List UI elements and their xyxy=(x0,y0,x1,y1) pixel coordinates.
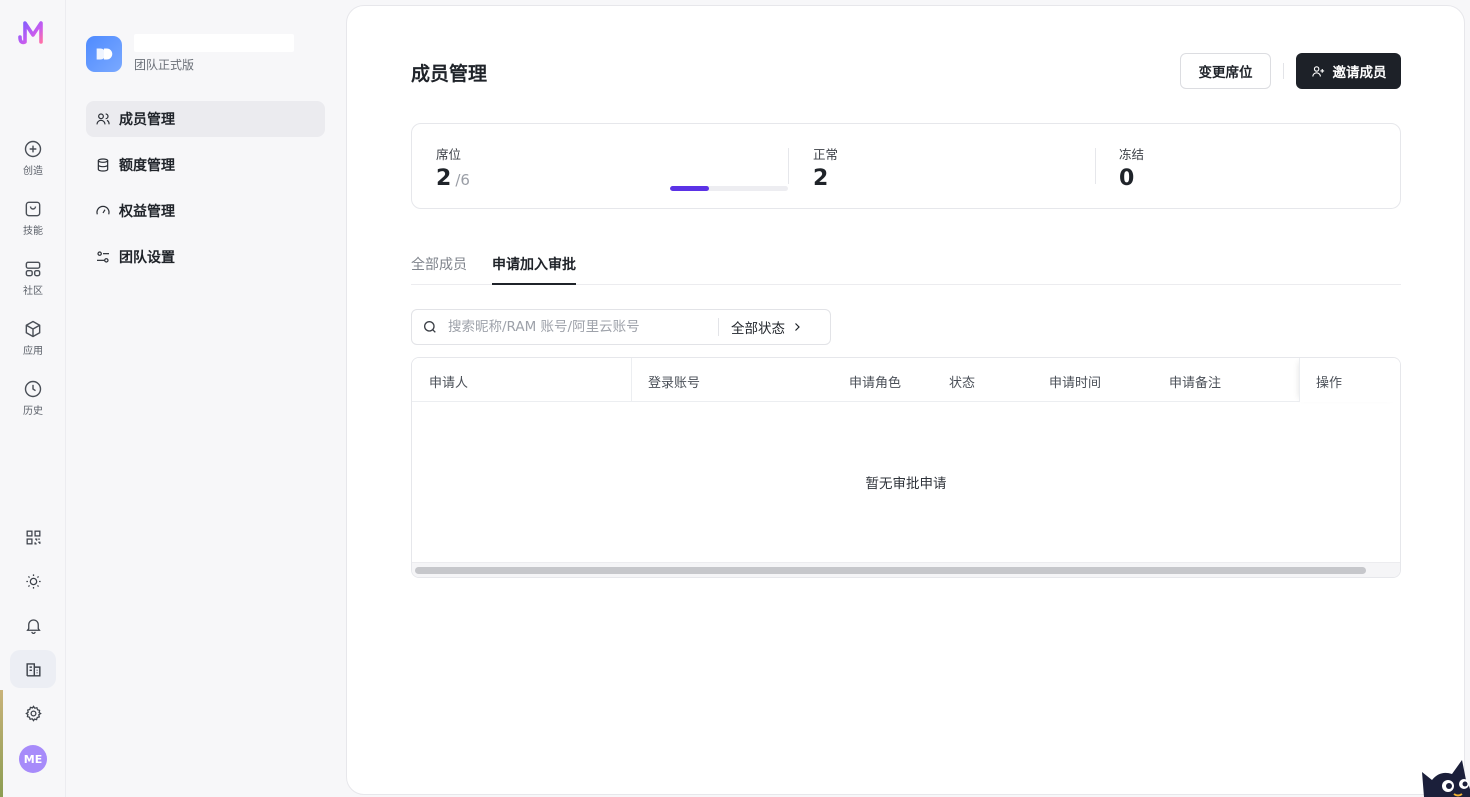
team-text: 团队正式版 xyxy=(134,34,294,73)
tab-all-members[interactable]: 全部成员 xyxy=(411,254,467,285)
nav-quota-label: 额度管理 xyxy=(119,158,175,174)
grid-icon xyxy=(25,261,41,277)
team-name-redacted xyxy=(134,34,294,52)
scrollbar-thumb[interactable] xyxy=(415,567,1366,574)
page-title: 成员管理 xyxy=(411,63,488,85)
stat-normal-value: 2 xyxy=(813,166,829,191)
database-icon xyxy=(97,158,109,172)
col-request-note: 申请备注 xyxy=(1169,376,1222,391)
member-stats-card: 席位 2/6 正常 2 冻结 0 xyxy=(411,123,1401,209)
rail-community[interactable]: 社区 xyxy=(8,253,58,303)
rail-create-label: 创造 xyxy=(23,166,43,177)
qr-code-button[interactable] xyxy=(10,518,56,556)
seats-progress-bar xyxy=(670,186,788,191)
cube-icon xyxy=(25,320,41,338)
nav-benefits-label: 权益管理 xyxy=(119,204,175,220)
chevron-right-icon xyxy=(795,323,800,331)
empty-state-text: 暂无审批申请 xyxy=(865,476,947,492)
rail-create[interactable]: 创造 xyxy=(8,133,58,183)
tab-join-requests[interactable]: 申请加入审批 xyxy=(492,254,576,285)
seats-progress-fill xyxy=(670,186,710,191)
bag-icon xyxy=(25,201,41,217)
team-workspace-button[interactable] xyxy=(10,650,56,688)
rail-skills[interactable]: 技能 xyxy=(8,193,58,243)
nav-benefits[interactable]: 权益管理 xyxy=(86,193,325,229)
settings-sidebar: 团队正式版 成员管理 额度管理 权益管理 团队设置 xyxy=(66,0,346,797)
filter-divider xyxy=(718,318,719,336)
requests-table: 申请人 登录账号 申请角色 状态 申请时间 申请备注 操作 暂无审批申请 xyxy=(411,357,1401,578)
team-header[interactable]: 团队正式版 xyxy=(86,34,294,73)
rail-apps-label: 应用 xyxy=(23,346,43,357)
app-rail: 创造 技能 社区 应用 历史 ME xyxy=(0,0,66,797)
col-login-account: 登录账号 xyxy=(648,376,701,391)
horizontal-scrollbar[interactable] xyxy=(412,562,1400,577)
stat-seats: 席位 2/6 xyxy=(436,124,788,210)
stat-frozen-label: 冻结 xyxy=(1119,147,1145,162)
stat-seats-label: 席位 xyxy=(436,147,462,162)
nav-team-settings-label: 团队设置 xyxy=(119,250,175,266)
rail-community-label: 社区 xyxy=(23,286,43,297)
col-applicant: 申请人 xyxy=(429,376,469,391)
sliders-icon xyxy=(97,251,109,263)
status-filter[interactable]: 全部状态 xyxy=(731,317,803,337)
stat-seats-used: 2 xyxy=(436,166,452,191)
status-filter-label: 全部状态 xyxy=(731,321,785,337)
stat-normal-label: 正常 xyxy=(813,147,839,162)
app-logo-icon[interactable] xyxy=(17,17,49,47)
invite-member-button[interactable]: 邀请成员 xyxy=(1296,53,1401,89)
gauge-icon xyxy=(96,205,110,215)
col-actions: 操作 xyxy=(1316,376,1343,391)
nav-team-settings[interactable]: 团队设置 xyxy=(86,239,325,275)
qr-code-icon xyxy=(26,530,40,544)
users-icon xyxy=(96,113,110,125)
settings-button[interactable] xyxy=(10,694,56,732)
search-input[interactable] xyxy=(448,319,718,335)
theme-toggle-button[interactable] xyxy=(10,562,56,600)
stat-divider xyxy=(1095,148,1096,184)
main-panel: 成员管理 变更席位 邀请成员 席位 2/6 正常 2 冻结 0 全部成员 申请加… xyxy=(346,5,1465,795)
nav-members-label: 成员管理 xyxy=(119,112,175,128)
column-divider xyxy=(631,358,632,402)
col-request-time: 申请时间 xyxy=(1049,376,1102,391)
bell-icon xyxy=(25,618,41,634)
stat-frozen: 冻结 0 xyxy=(1119,124,1399,210)
user-plus-icon xyxy=(1311,65,1324,77)
window-edge-strip xyxy=(0,690,3,797)
rail-history-label: 历史 xyxy=(23,406,43,417)
change-seats-button[interactable]: 变更席位 xyxy=(1180,53,1271,89)
table-header: 申请人 登录账号 申请角色 状态 申请时间 申请备注 操作 xyxy=(412,358,1400,402)
team-logo-icon xyxy=(96,48,113,59)
clock-icon xyxy=(24,380,42,398)
gear-icon xyxy=(24,704,42,722)
user-avatar[interactable]: ME xyxy=(19,745,47,773)
stat-seats-value: 2/6 xyxy=(436,166,470,191)
filter-bar: 全部状态 xyxy=(411,309,831,345)
invite-member-label: 邀请成员 xyxy=(1332,65,1387,81)
nav-quota[interactable]: 额度管理 xyxy=(86,147,325,183)
rail-history[interactable]: 历史 xyxy=(8,373,58,423)
sun-icon xyxy=(25,573,41,589)
notifications-button[interactable] xyxy=(10,606,56,644)
nav-members[interactable]: 成员管理 xyxy=(86,101,325,137)
cat-mascot-icon[interactable] xyxy=(1418,750,1470,797)
building-icon xyxy=(25,662,41,677)
col-requested-role: 申请角色 xyxy=(849,376,902,391)
col-actions-fixed: 操作 xyxy=(1299,358,1400,402)
stat-seats-total: /6 xyxy=(455,171,470,189)
rail-skills-label: 技能 xyxy=(23,226,43,237)
col-status: 状态 xyxy=(949,376,976,391)
stat-divider xyxy=(788,148,789,184)
team-plan: 团队正式版 xyxy=(134,58,195,72)
search-icon xyxy=(424,321,436,333)
plus-circle-icon xyxy=(24,140,42,158)
button-divider xyxy=(1283,63,1284,79)
stat-normal: 正常 2 xyxy=(813,124,1093,210)
stat-frozen-value: 0 xyxy=(1119,166,1135,191)
settings-nav: 成员管理 额度管理 权益管理 团队设置 xyxy=(86,101,325,285)
rail-apps[interactable]: 应用 xyxy=(8,313,58,363)
member-tabs: 全部成员 申请加入审批 xyxy=(411,246,1401,285)
team-logo xyxy=(86,35,122,72)
